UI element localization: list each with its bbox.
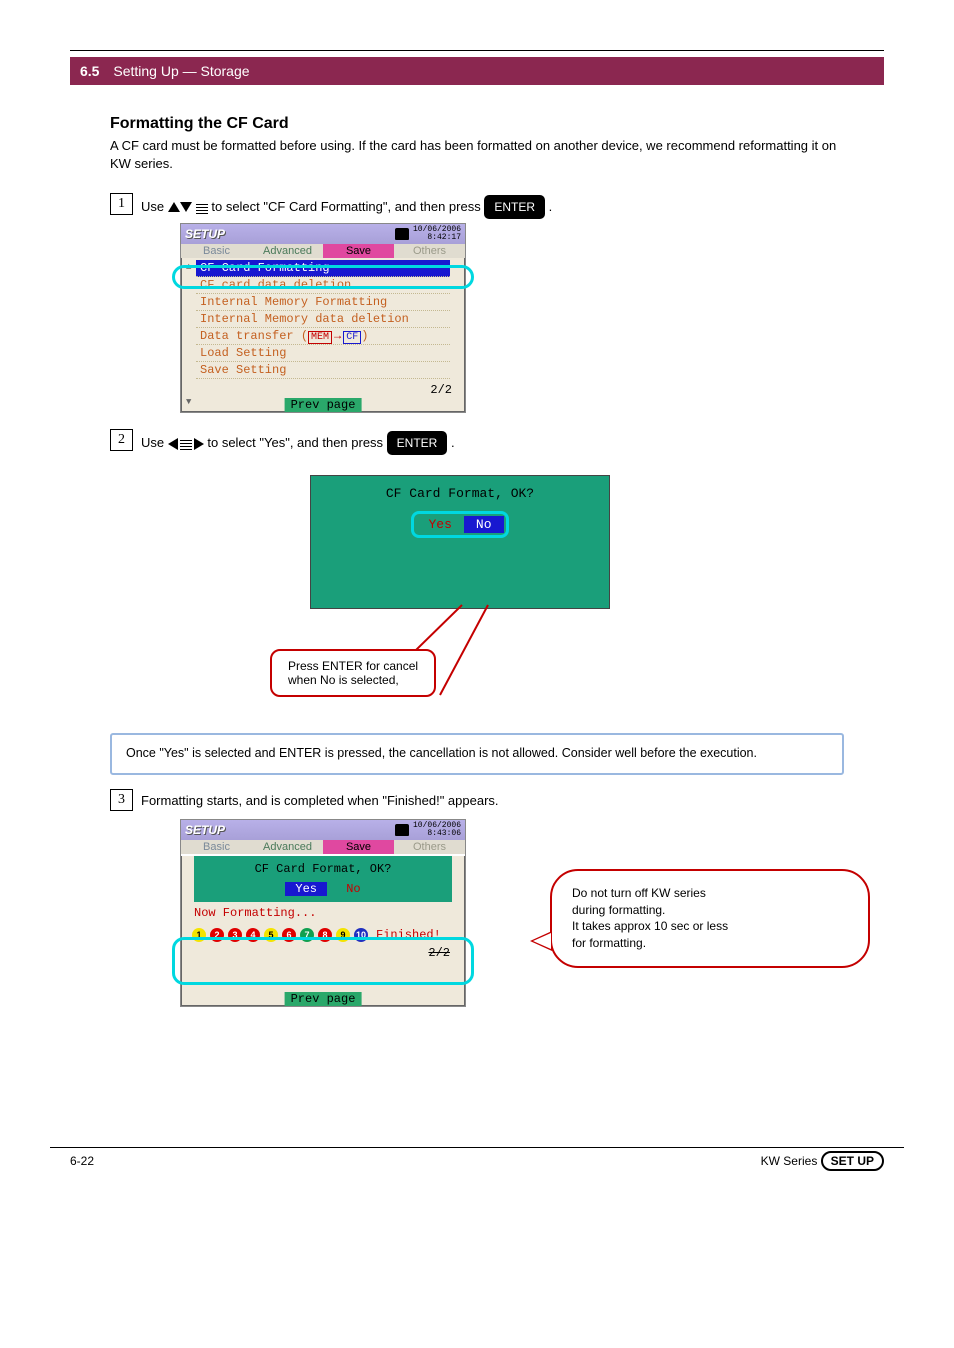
section-title: Setting Up — Storage [113,63,249,79]
progress-circle: 5 [264,928,278,942]
progress-circle: 3 [228,928,242,942]
screen-datetime: 10/06/20068:42:17 [413,226,461,242]
no-button[interactable]: No [346,882,360,896]
bubble-tail-icon [530,931,552,951]
tab-advanced[interactable]: Advanced [252,840,323,854]
menu-mem-delete[interactable]: Internal Memory data deletion [196,311,450,328]
prev-page-button[interactable]: Prev page [285,992,362,1006]
left-right-arrows-icon [168,438,204,450]
confirm-panel: CF Card Format, OK? Yes No [194,856,452,902]
step-number: 1 [110,193,133,215]
menu-mem-format[interactable]: Internal Memory Formatting [196,294,450,311]
prev-page-button[interactable]: Prev page [285,398,362,412]
screen-title: SETUP [185,227,395,241]
panel-title: CF Card Format, OK? [200,862,446,876]
scroll-up-icon: ▲ [186,262,191,272]
enter-button: ENTER [387,431,448,455]
tab-others[interactable]: Others [394,244,465,258]
up-down-arrows-icon [168,202,208,214]
step-number: 2 [110,429,133,451]
no-button[interactable]: No [464,516,504,533]
menu-save-setting[interactable]: Save Setting [196,362,450,379]
progress-circle: 6 [282,928,296,942]
progress-circle: 9 [336,928,350,942]
progress-circle: 1 [192,928,206,942]
section-bar: 6.5 Setting Up — Storage [70,57,884,85]
setup-screen-1: SETUP 10/06/20068:42:17 Basic Advanced S… [180,223,466,413]
footer-product: KW Series [761,1154,821,1168]
menu-data-transfer[interactable]: Data transfer (MEM→CF) [196,328,450,345]
tab-basic[interactable]: Basic [181,840,252,854]
screen-title: SETUP [185,823,395,837]
page-footer: 6-22 KW Series SET UP [50,1147,904,1168]
yes-button[interactable]: Yes [416,516,463,533]
page-indicator: 2/2 [430,383,452,397]
page-description: A CF card must be formatted before using… [110,137,844,173]
yes-button[interactable]: Yes [285,882,327,896]
footer-page: 6-22 [70,1154,94,1168]
now-formatting-label: Now Formatting... [182,902,464,924]
page-indicator: 2/2 [182,946,464,960]
enter-button: ENTER [484,195,545,219]
tab-save[interactable]: Save [323,244,394,258]
menu-cf-format[interactable]: CF Card Formatting [196,260,450,277]
section-number: 6.5 [80,63,99,79]
card-icon [395,824,409,836]
tab-bar: Basic Advanced Save Others [181,244,465,258]
dialog-title: CF Card Format, OK? [321,486,599,501]
step-number: 3 [110,789,133,811]
yes-no-highlight: Yes No [411,511,508,538]
warning-bubble: Do not turn off KW series during formatt… [550,869,870,968]
tab-save[interactable]: Save [323,840,394,854]
tab-bar: Basic Advanced Save Others [181,840,465,854]
setup-badge: SET UP [821,1151,884,1171]
confirm-dialog: CF Card Format, OK? Yes No [310,475,610,609]
tab-others[interactable]: Others [394,840,465,854]
card-icon [395,228,409,240]
screen-datetime: 10/06/20068:43:06 [413,822,461,838]
finished-label: Finished! [376,928,441,942]
progress-circle: 7 [300,928,314,942]
setup-screen-2: SETUP 10/06/20068:43:06 Basic Advanced S… [180,819,466,1007]
progress-circle: 4 [246,928,260,942]
menu-load-setting[interactable]: Load Setting [196,345,450,362]
scroll-down-icon: ▼ [186,397,191,407]
progress-circle: 8 [318,928,332,942]
step2-text: Use to select "Yes", and then press ENTE… [141,429,844,455]
step1-text: Use to select "CF Card Formatting", and … [141,193,844,219]
progress-circle: 2 [210,928,224,942]
progress-row: 123456789 10 Finished! [182,924,464,946]
step3-text: Formatting starts, and is completed when… [141,789,844,811]
tab-advanced[interactable]: Advanced [252,244,323,258]
callout-cancel: Press ENTER for cancel when No is select… [270,649,436,697]
warning-box: Once "Yes" is selected and ENTER is pres… [110,733,844,775]
progress-circle: 10 [354,928,368,942]
tab-basic[interactable]: Basic [181,244,252,258]
page-title: Formatting the CF Card [110,115,844,133]
menu-cf-delete[interactable]: CF card data deletion [196,277,450,294]
